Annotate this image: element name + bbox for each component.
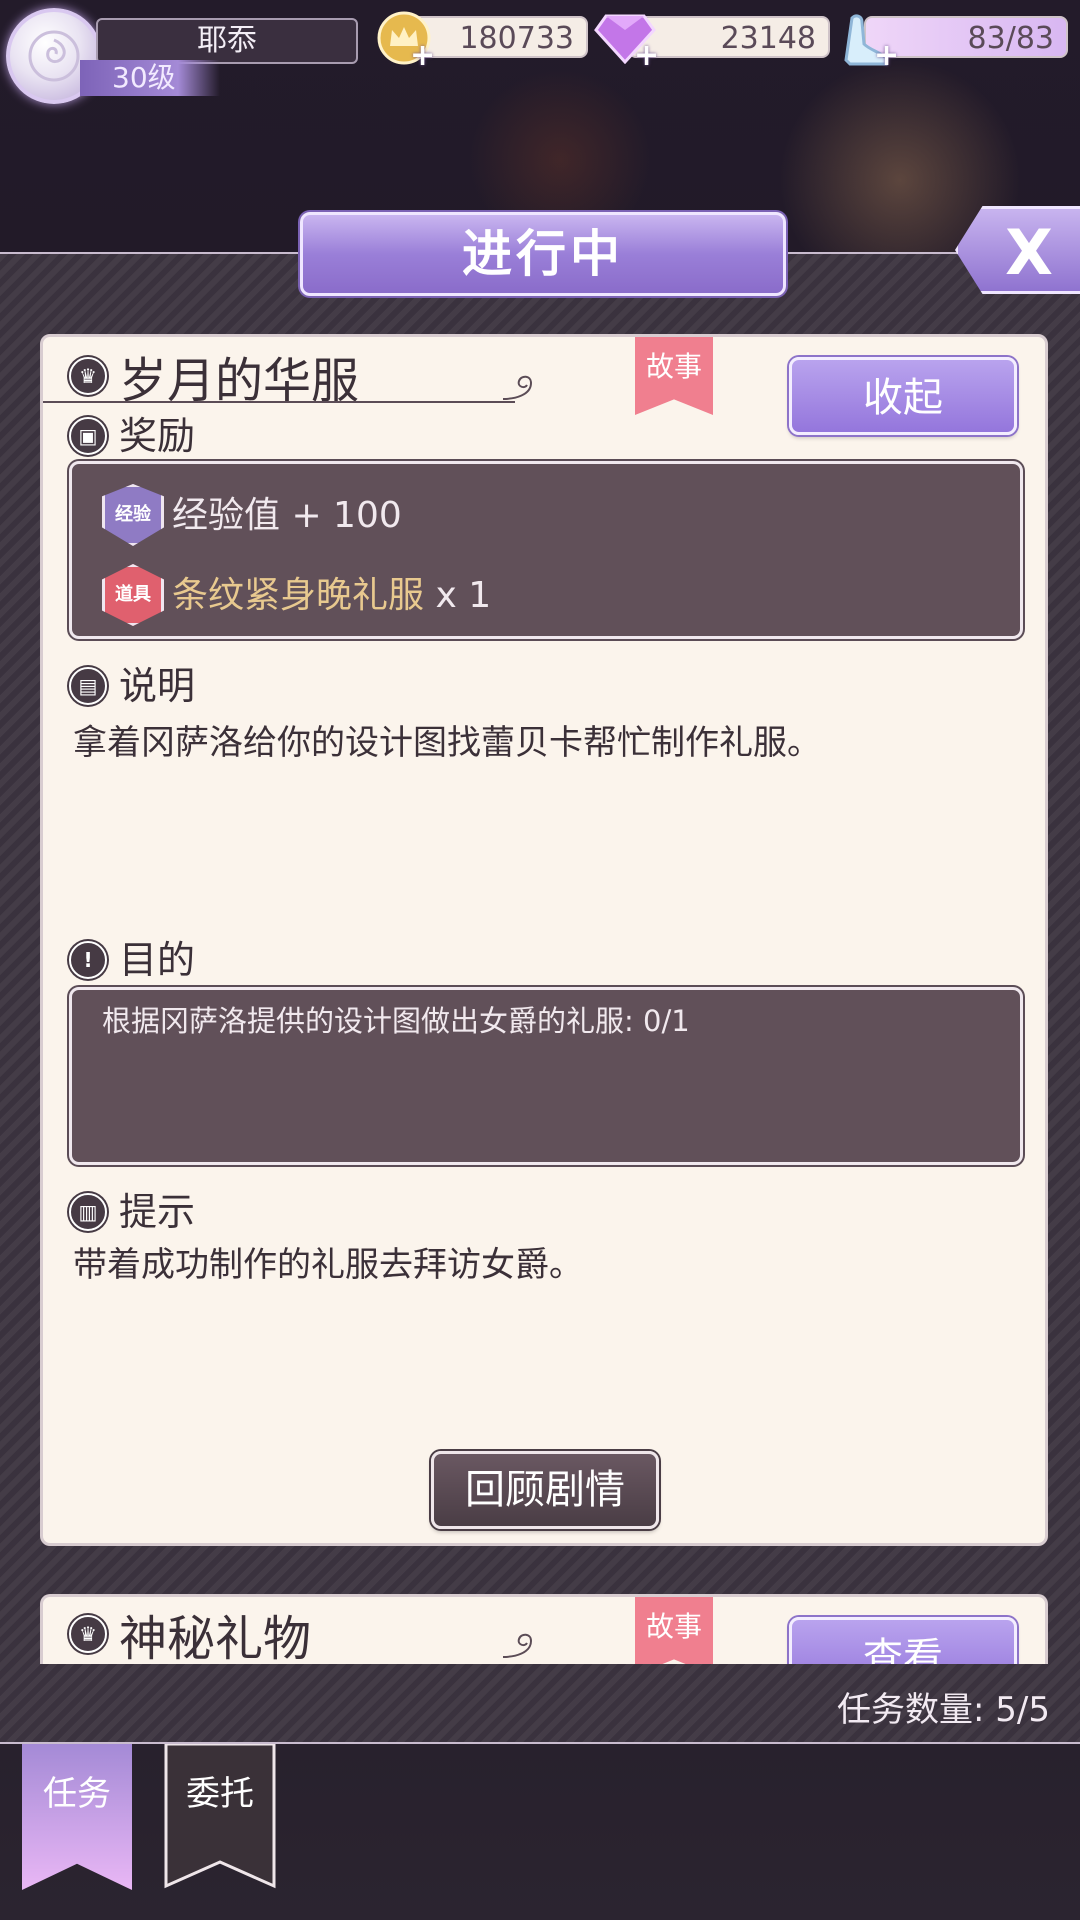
coin-counter: 180733 (412, 16, 588, 58)
curl-ornament-icon (502, 375, 533, 400)
rewards-heading: 奖励 (119, 414, 196, 458)
objective-box: 根据冈萨洛提供的设计图做出女爵的礼服: 0/1 (69, 987, 1023, 1165)
reward-item[interactable]: 条纹紧身晚礼服 x 1 (172, 566, 491, 618)
exp-badge-icon: 经验 (102, 484, 164, 546)
player-name: 耶忝 (96, 18, 358, 64)
quest-count: 任务数量: 5/5 (837, 1690, 1050, 1730)
story-tag: 故事 (635, 1597, 713, 1664)
reward-item-qty: x 1 (424, 575, 492, 616)
view-button[interactable]: 查看 (789, 1617, 1017, 1664)
panel-title: 进行中 (300, 212, 786, 296)
curl-ornament-icon (502, 1633, 533, 1658)
gift-box-icon: ▣ (69, 417, 107, 455)
story-tag: 故事 (635, 337, 713, 415)
panel-bottom-border (0, 1742, 1080, 1744)
rose-icon (28, 30, 80, 82)
quest-card[interactable]: ♛ 神秘礼物 故事 查看 (40, 1594, 1048, 1664)
item-badge-icon: 道具 (102, 564, 164, 626)
review-story-button[interactable]: 回顾剧情 (431, 1451, 659, 1529)
hint-heading: 提示 (119, 1190, 196, 1234)
title-underline (43, 401, 515, 403)
quest-card: ♛ 岁月的华服 故事 收起 ▣ 奖励 经验 经验值 + 100 道具 条纹紧身晚… (40, 334, 1048, 1546)
collapse-button[interactable]: 收起 (789, 357, 1017, 435)
crown-icon: ♛ (69, 357, 107, 395)
reward-exp: 经验值 + 100 (172, 495, 402, 536)
rewards-box: 经验 经验值 + 100 道具 条纹紧身晚礼服 x 1 (69, 461, 1023, 639)
description-heading: 说明 (119, 664, 196, 708)
book-icon: ▤ (69, 667, 107, 705)
objective-text: 根据冈萨洛提供的设计图做出女爵的礼服: 0/1 (102, 1004, 690, 1038)
add-stamina-icon[interactable]: + (874, 38, 899, 73)
description-text: 拿着冈萨洛给你的设计图找蕾贝卡帮忙制作礼服。 (73, 723, 821, 763)
reward-item-name: 条纹紧身晚礼服 (172, 575, 425, 616)
hint-text: 带着成功制作的礼服去拜访女爵。 (73, 1245, 583, 1285)
objective-heading: 目的 (119, 938, 196, 982)
add-coins-icon[interactable]: + (410, 38, 435, 73)
player-level: 30级 (80, 60, 220, 96)
add-gems-icon[interactable]: + (634, 38, 659, 73)
note-icon: ▥ (69, 1193, 107, 1231)
exclamation-icon: ! (69, 941, 107, 979)
crown-icon: ♛ (69, 1615, 107, 1653)
quest-title: 神秘礼物 (119, 1611, 312, 1664)
top-hud: 耶忝 30级 180733 + 23148 + 83/83 + (0, 0, 1080, 130)
